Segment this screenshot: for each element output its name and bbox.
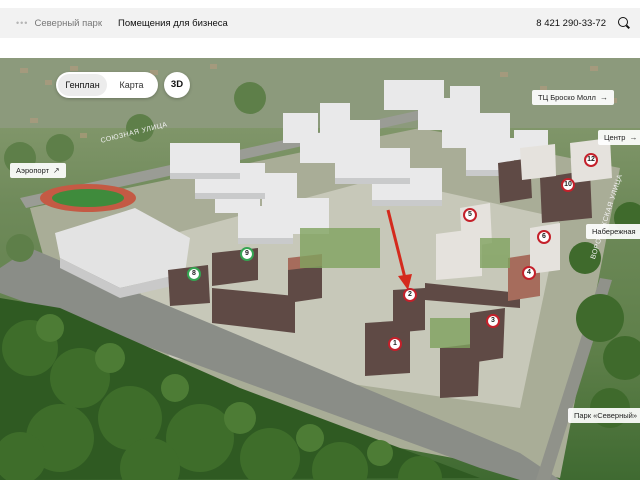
poi-embankment-label: Набережная [592,227,636,236]
poi-park-label: Парк «Северный» [574,411,637,420]
building-marker-6[interactable]: 6 [537,230,551,244]
header-bar: ••• Северный парк Помещения для бизнеса … [0,8,640,38]
poi-center-label: Центр [604,133,626,142]
arrow-up-right-icon: ↗ [53,166,60,175]
poi-mall[interactable]: ТЦ Броско Молл → [532,90,614,105]
breadcrumb-current: Помещения для бизнеса [118,17,228,29]
poi-airport[interactable]: Аэропорт ↗ [10,163,66,178]
top-spacer [0,0,640,8]
poi-embankment[interactable]: Набережная→ [586,224,640,239]
map-illustration [0,58,640,480]
view-mode-toggle: Генплан Карта [56,72,158,98]
building-marker-8[interactable]: 8 [187,267,201,281]
building-marker-5[interactable]: 5 [463,208,477,222]
aerial-map[interactable]: СОЮЗНАЯ УЛИЦА ВОРОНЕЖСКАЯ УЛИЦА 1 2 3 4 … [0,58,640,480]
poi-mall-label: ТЦ Броско Молл [538,93,596,102]
building-marker-9[interactable]: 9 [240,247,254,261]
building-marker-10[interactable]: 10 [561,178,575,192]
building-marker-12[interactable]: 12 [584,153,598,167]
menu-dots-icon[interactable]: ••• [16,18,28,28]
view-3d-button[interactable]: 3D [164,72,190,98]
building-marker-3[interactable]: 3 [486,314,500,328]
building-marker-2[interactable]: 2 [403,288,417,302]
poi-airport-label: Аэропорт [16,166,50,175]
building-marker-4[interactable]: 4 [522,266,536,280]
breadcrumb-park[interactable]: Северный парк [34,18,102,29]
arrow-right-icon: → [629,133,638,142]
poi-park[interactable]: Парк «Северный»↘ [568,408,640,423]
building-marker-1[interactable]: 1 [388,337,402,351]
search-icon[interactable] [618,17,630,29]
arrow-right-icon: → [599,93,608,102]
poi-center[interactable]: Центр → [598,130,640,145]
tab-genplan[interactable]: Генплан [58,74,107,96]
tab-map[interactable]: Карта [107,74,156,96]
phone-number[interactable]: 8 421 290-33-72 [536,18,606,29]
